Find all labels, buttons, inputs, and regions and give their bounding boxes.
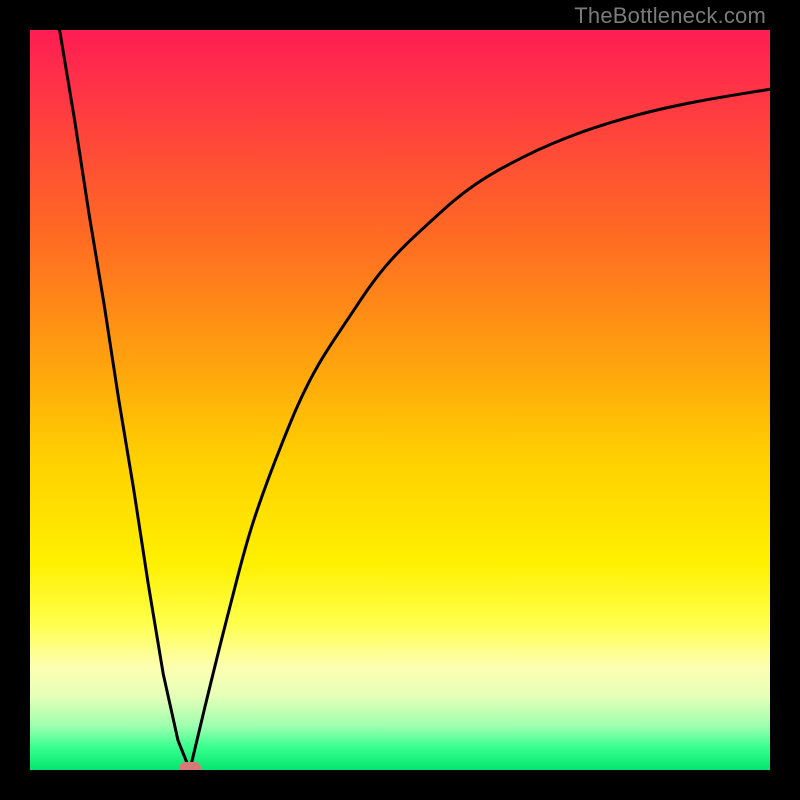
watermark-text: TheBottleneck.com [574,3,766,29]
frame-right [770,0,800,800]
frame-left [0,0,30,800]
plot-gradient-background [30,30,770,770]
chart-canvas: TheBottleneck.com [0,0,800,800]
frame-bottom [0,770,800,800]
